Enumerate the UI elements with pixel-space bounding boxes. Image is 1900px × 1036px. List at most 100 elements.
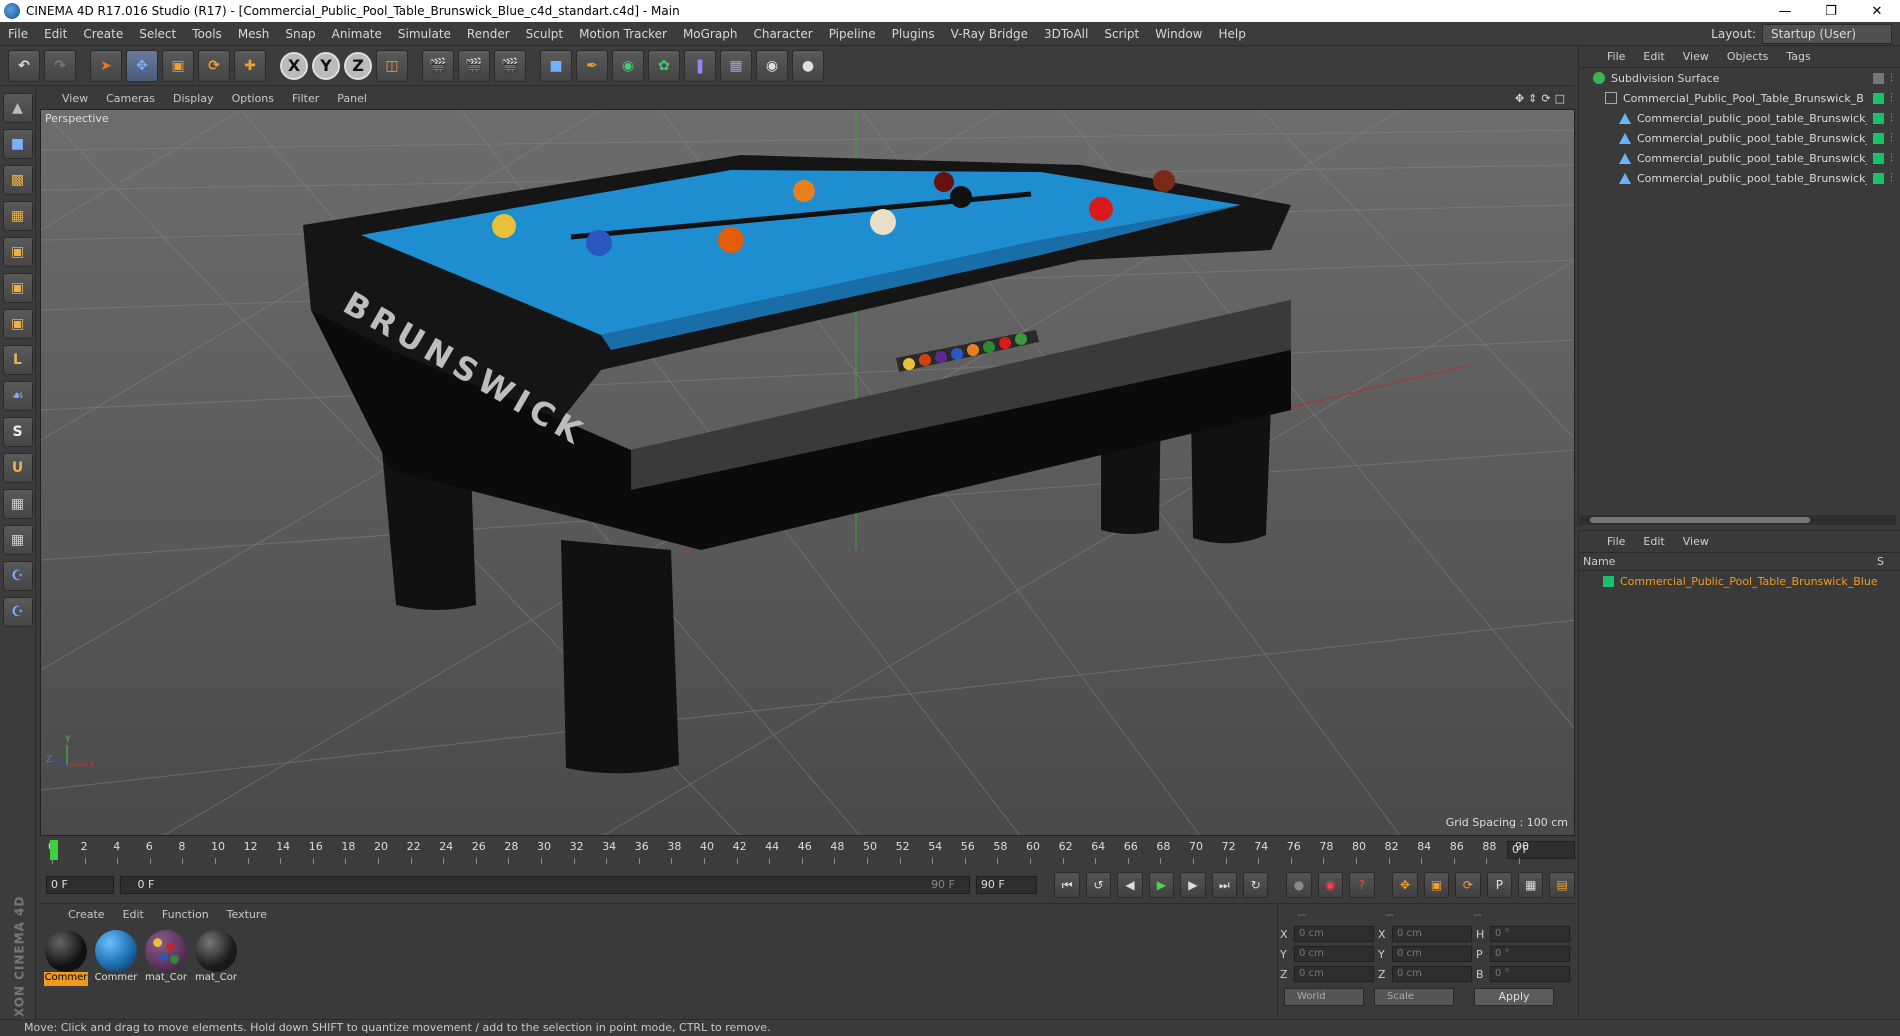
solo-icon[interactable]: S [2,417,33,447]
menu-snap[interactable]: Snap [277,27,323,41]
object-row[interactable]: Subdivision Surface ⋮ [1579,68,1900,88]
rotation-p-field[interactable]: 0 ° [1490,946,1570,962]
visibility-dots-icon[interactable]: ⋮ [1887,93,1896,103]
timeline-ruler[interactable]: 0246810121416182022242628303234363840424… [40,838,1529,864]
menu-render[interactable]: Render [459,27,518,41]
scale-tool-icon[interactable]: ▣ [162,49,194,82]
tweak-mode-icon[interactable]: ☙ [2,381,33,411]
menu-window[interactable]: Window [1147,27,1210,41]
snap-settings-icon[interactable]: ▦ [2,525,33,555]
size-y-field[interactable]: 0 cm [1392,946,1472,962]
max-frame-field[interactable]: 90 F [975,876,1037,894]
key-scale-icon[interactable]: ▣ [1423,872,1450,898]
x-axis-lock-button[interactable]: X [280,51,308,80]
live-select-icon[interactable]: ✚ [234,49,266,82]
y-axis-lock-button[interactable]: Y [312,51,340,80]
render-view-icon[interactable]: 🎬 [422,49,454,82]
menu-3dtoall[interactable]: 3DToAll [1036,27,1096,41]
menu-create[interactable]: Create [75,27,131,41]
visibility-dots-icon[interactable]: ⋮ [1887,73,1896,83]
object-row[interactable]: Commercial_public_pool_table_Brunswick_L… [1579,148,1900,168]
keyframe-selection-icon[interactable]: ? [1349,872,1375,898]
material-menu-create[interactable]: Create [60,908,113,921]
om-menu-edit[interactable]: Edit [1635,50,1672,63]
light-bulb-icon[interactable]: ● [792,49,824,82]
visibility-dots-icon[interactable]: ⋮ [1887,173,1896,183]
viewport-menu-view[interactable]: View [54,92,96,105]
go-to-start-icon[interactable]: ⏮ [1054,872,1080,898]
select-arrow-icon[interactable]: ➤ [90,49,122,82]
object-row[interactable]: Commercial_public_pool_table_Brunswick_b… [1579,128,1900,148]
key-param-icon[interactable]: P [1486,872,1513,898]
size-z-field[interactable]: 0 cm [1392,966,1472,982]
viewport-menu-filter[interactable]: Filter [284,92,327,105]
object-row[interactable]: Commercial_public_pool_table_Brunswick_T… [1579,168,1900,188]
redo-icon[interactable]: ↷ [44,49,76,82]
material-swatch[interactable]: Commer [44,930,88,986]
model-mode-icon[interactable]: ■ [2,129,33,159]
camera-icon[interactable]: ◉ [756,49,788,82]
snap-grid-icon[interactable]: ▦ [2,489,33,519]
axis-mode-icon[interactable]: L [2,345,33,375]
material-swatch[interactable]: mat_Cor [194,930,238,986]
position-z-field[interactable]: 0 cm [1294,966,1374,982]
viewport-menu-cameras[interactable]: Cameras [98,92,163,105]
lm-menu-view[interactable]: View [1675,535,1717,548]
cube-primitive-icon[interactable]: ■ [540,49,572,82]
object-row[interactable]: Commercial_public_pool_table_Brunswick_C… [1579,108,1900,128]
enable-check-icon[interactable] [1873,152,1884,164]
visibility-check-icon[interactable] [1873,72,1884,84]
viewport-menu-display[interactable]: Display [165,92,222,105]
play-icon[interactable]: ▶ [1148,872,1175,898]
menu-help[interactable]: Help [1210,27,1253,41]
visibility-dots-icon[interactable]: ⋮ [1887,113,1896,123]
menu-vray-bridge[interactable]: V-Ray Bridge [943,27,1036,41]
points-mode-icon[interactable]: ▣ [2,237,33,267]
menu-pipeline[interactable]: Pipeline [821,27,884,41]
timeline-layout-icon[interactable]: ▤ [1549,872,1575,898]
position-y-field[interactable]: 0 cm [1294,946,1374,962]
enable-check-icon[interactable] [1873,92,1884,104]
layer-row[interactable]: Commercial_Public_Pool_Table_Brunswick_B… [1579,571,1900,591]
material-menu-function[interactable]: Function [154,908,217,921]
subdivision-generator-icon[interactable]: ◉ [612,49,644,82]
autokey-icon[interactable]: ◉ [1317,872,1344,898]
python-script-2-icon[interactable]: ☪ [2,597,33,627]
render-settings-icon[interactable]: 🎬 [494,49,526,82]
undo-icon[interactable]: ↶ [8,49,40,82]
record-keyframe-icon[interactable]: ● [1286,872,1312,898]
material-swatch[interactable]: mat_Cor [144,930,188,986]
material-menu-edit[interactable]: Edit [115,908,152,921]
object-manager-scrollbar[interactable] [1580,515,1896,525]
perspective-viewport[interactable]: BRUNSWICK Y X Z Perspective Grid Spacing… [40,109,1575,836]
menu-tools[interactable]: Tools [184,27,230,41]
visibility-dots-icon[interactable]: ⋮ [1887,133,1896,143]
key-rotation-icon[interactable]: ⟳ [1455,872,1481,898]
z-axis-lock-button[interactable]: Z [344,51,372,80]
object-row[interactable]: Commercial_Public_Pool_Table_Brunswick_B… [1579,88,1900,108]
visibility-dots-icon[interactable]: ⋮ [1887,153,1896,163]
om-menu-tags[interactable]: Tags [1778,50,1818,63]
om-menu-file[interactable]: File [1599,50,1633,63]
start-frame-field[interactable]: 0 F [46,876,115,894]
menu-animate[interactable]: Animate [324,27,390,41]
playhead-marker[interactable] [50,840,58,860]
go-to-end-icon[interactable]: ⏭ [1211,872,1237,898]
menu-motion-tracker[interactable]: Motion Tracker [571,27,675,41]
key-pla-icon[interactable]: ▦ [1518,872,1544,898]
make-editable-icon[interactable]: ▲ [2,93,33,123]
size-x-field[interactable]: 0 cm [1392,926,1472,942]
apply-button[interactable]: Apply [1474,988,1554,1006]
enable-check-icon[interactable] [1873,132,1884,144]
move-tool-icon[interactable]: ✥ [126,49,158,82]
menu-character[interactable]: Character [745,27,820,41]
render-picture-viewer-icon[interactable]: 🎬 [458,49,490,82]
polygons-mode-icon[interactable]: ▣ [2,309,33,339]
position-x-field[interactable]: 0 cm [1294,926,1374,942]
pen-spline-icon[interactable]: ✒ [576,49,608,82]
coordinate-system-icon[interactable]: ◫ [376,49,408,82]
rotate-tool-icon[interactable]: ⟳ [198,49,230,82]
loop-icon[interactable]: ↻ [1242,872,1269,898]
key-position-icon[interactable]: ✥ [1392,872,1418,898]
scroll-thumb[interactable] [1590,517,1810,523]
